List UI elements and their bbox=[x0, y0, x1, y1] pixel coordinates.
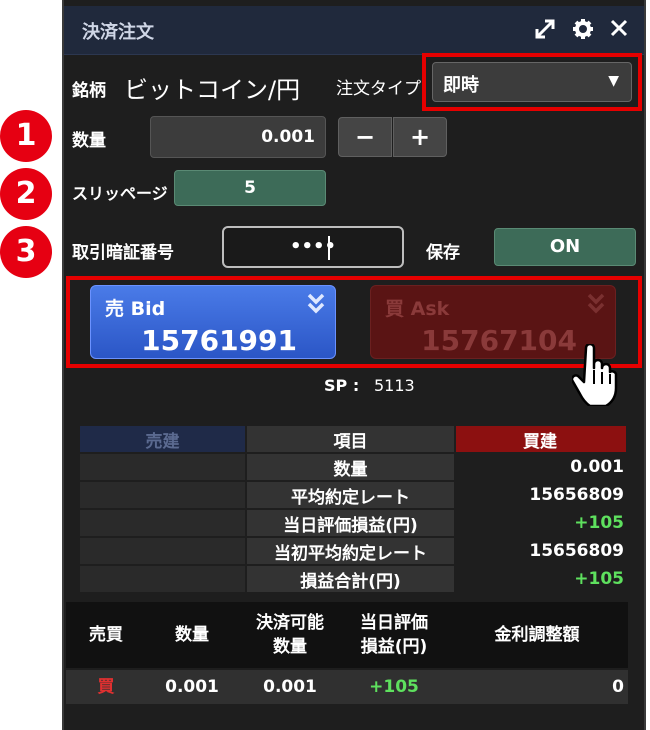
save-label: 保存 bbox=[426, 243, 460, 263]
summary-header-row: 売建 項目 買建 bbox=[80, 426, 626, 452]
summary-table: 売建 項目 買建 数量 0.001 平均約定レート 15656809 当日評価損… bbox=[80, 424, 626, 594]
qty-increment-button[interactable]: + bbox=[393, 117, 447, 157]
item-header: 項目 bbox=[245, 426, 456, 452]
save-toggle[interactable]: ON bbox=[494, 228, 636, 266]
col-qty-header: 数量 bbox=[175, 625, 209, 645]
password-label: 取引暗証番号 bbox=[72, 243, 174, 263]
item-cell: 当日評価損益(円) bbox=[245, 510, 456, 536]
highlight-quote bbox=[66, 276, 642, 368]
item-cell: 当初平均約定レート bbox=[245, 538, 456, 564]
step-badge-3: 3 bbox=[0, 226, 52, 278]
symbol-value: ビットコイン/円 bbox=[124, 76, 301, 104]
gear-icon[interactable] bbox=[572, 18, 594, 45]
col-interest-header: 金利調整額 bbox=[494, 625, 580, 645]
step-badge-2: 2 bbox=[0, 168, 52, 220]
buy-cell: +105 bbox=[574, 513, 624, 533]
window-title: 決済注文 bbox=[82, 22, 154, 43]
col-closable-header: 決済可能 数量 bbox=[256, 613, 324, 657]
text-cursor bbox=[328, 236, 330, 260]
positions-header-row: 売買 数量 決済可能 数量 当日評価 損益(円) 金利調整額 bbox=[66, 602, 628, 668]
sell-cell bbox=[80, 538, 245, 564]
close-icon[interactable] bbox=[610, 18, 628, 42]
qty-input[interactable]: 0.001 bbox=[150, 116, 326, 158]
sp-label: SP : bbox=[324, 376, 360, 395]
order-type-label: 注文タイプ bbox=[336, 79, 421, 99]
positions-table: 売買 数量 決済可能 数量 当日評価 損益(円) 金利調整額 買 0.001 0… bbox=[66, 602, 628, 704]
position-interest: 0 bbox=[612, 677, 624, 697]
expand-icon[interactable] bbox=[534, 18, 556, 45]
sp-value: 5113 bbox=[374, 376, 415, 395]
position-pnl: +105 bbox=[369, 677, 419, 697]
symbol-label: 銘柄 bbox=[72, 81, 106, 101]
table-row: 数量 0.001 bbox=[80, 454, 626, 480]
table-row: 当日評価損益(円) +105 bbox=[80, 510, 626, 536]
table-row: 当初平均約定レート 15656809 bbox=[80, 538, 626, 564]
sell-cell bbox=[80, 482, 245, 508]
table-row: 損益合計(円) +105 bbox=[80, 566, 626, 592]
sell-header: 売建 bbox=[80, 426, 245, 452]
password-input[interactable]: •••• bbox=[222, 226, 404, 268]
hand-pointer-icon bbox=[570, 342, 618, 410]
qty-decrement-button[interactable]: − bbox=[338, 117, 392, 157]
slippage-input[interactable]: 5 bbox=[174, 170, 326, 206]
item-cell: 損益合計(円) bbox=[245, 566, 456, 592]
position-side: 買 bbox=[97, 677, 115, 697]
item-cell: 平均約定レート bbox=[245, 482, 456, 508]
sell-cell bbox=[80, 454, 245, 480]
buy-cell: 0.001 bbox=[570, 457, 624, 477]
position-qty: 0.001 bbox=[165, 677, 219, 697]
slippage-label: スリッページ bbox=[72, 184, 168, 203]
item-cell: 数量 bbox=[245, 454, 456, 480]
highlight-order-type bbox=[422, 53, 642, 111]
qty-label: 数量 bbox=[72, 131, 106, 151]
position-closable-qty: 0.001 bbox=[263, 677, 317, 697]
table-row: 平均約定レート 15656809 bbox=[80, 482, 626, 508]
col-pnl-header: 当日評価 損益(円) bbox=[360, 613, 428, 657]
step-badge-1: 1 bbox=[0, 110, 52, 162]
buy-header: 買建 bbox=[456, 426, 626, 452]
table-row[interactable]: 買 0.001 0.001 +105 0 bbox=[66, 668, 628, 704]
sell-cell bbox=[80, 510, 245, 536]
title-bar: 決済注文 bbox=[64, 6, 644, 55]
buy-cell: 15656809 bbox=[529, 485, 624, 505]
buy-cell: 15656809 bbox=[529, 541, 624, 561]
buy-cell: +105 bbox=[574, 569, 624, 589]
sell-cell bbox=[80, 566, 245, 592]
col-side-header: 売買 bbox=[89, 625, 123, 645]
